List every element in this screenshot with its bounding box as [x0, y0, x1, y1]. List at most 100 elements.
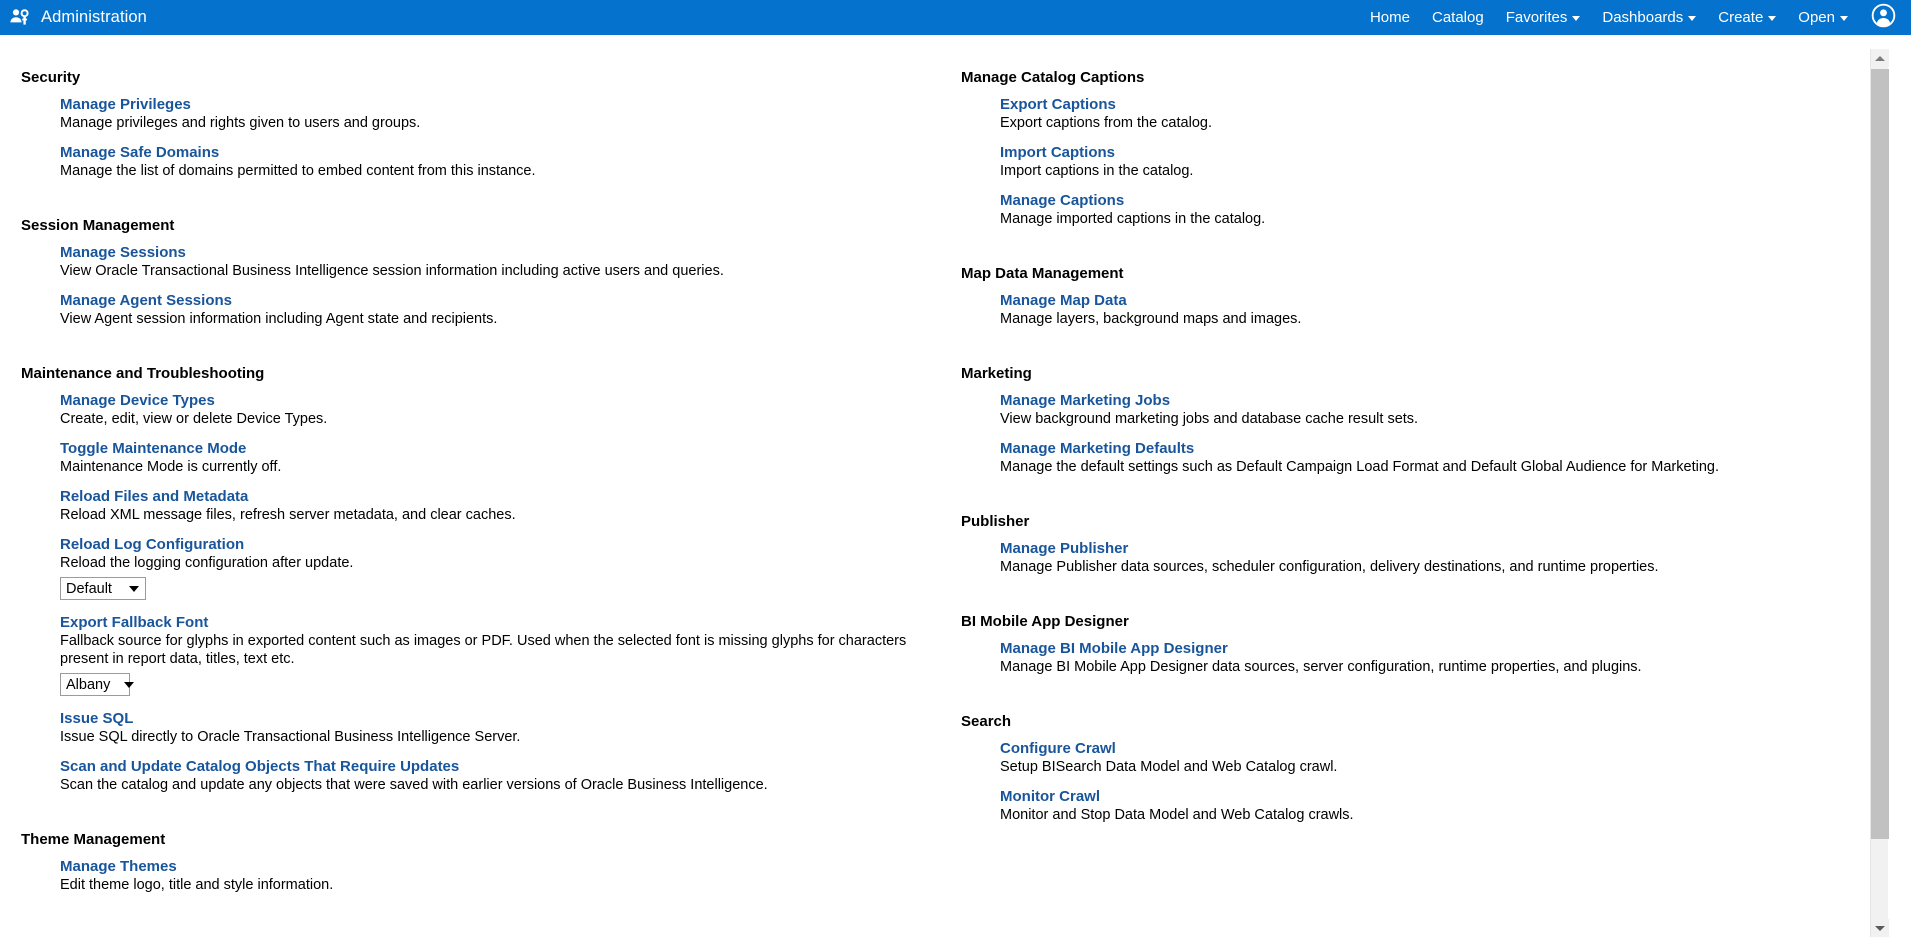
admin-description: Issue SQL directly to Oracle Transaction… [60, 728, 940, 746]
section-session-management: Session ManagementManage SessionsView Or… [0, 217, 940, 328]
admin-item-manage-safe-domains: Manage Safe DomainsManage the list of do… [60, 143, 940, 180]
section-publisher: Publisher Manage PublisherManage Publishe… [940, 513, 1866, 576]
admin-item-manage-privileges: Manage PrivilegesManage privileges and r… [60, 95, 940, 132]
admin-link-import-captions[interactable]: Import Captions [1000, 143, 1115, 162]
scrollbar-track[interactable] [1870, 49, 1888, 937]
admin-description: Manage imported captions in the catalog. [1000, 210, 1866, 228]
nav-item-home[interactable]: Home [1359, 0, 1421, 35]
admin-item-manage-captions: Manage CaptionsManage imported captions … [1000, 191, 1866, 228]
admin-link-export-captions[interactable]: Export Captions [1000, 95, 1116, 114]
admin-link-manage-safe-domains[interactable]: Manage Safe Domains [60, 143, 219, 162]
admin-link-manage-map-data[interactable]: Manage Map Data [1000, 291, 1127, 310]
admin-description: Manage BI Mobile App Designer data sourc… [1000, 658, 1866, 676]
top-header-bar: Administration Home Catalog Favorites Da… [0, 0, 1911, 35]
nav-label: Dashboards [1602, 0, 1683, 35]
section-title: Theme Management [0, 831, 940, 848]
admin-description: Manage Publisher data sources, scheduler… [1000, 558, 1866, 576]
section-title: Search [940, 713, 1866, 730]
admin-link-manage-bi-mobile-app-designer[interactable]: Manage BI Mobile App Designer [1000, 639, 1228, 658]
admin-link-manage-agent-sessions[interactable]: Manage Agent Sessions [60, 291, 232, 310]
user-account-icon [1871, 3, 1896, 33]
section-items: Manage Marketing JobsView background mar… [940, 391, 1866, 476]
admin-description: Create, edit, view or delete Device Type… [60, 410, 940, 428]
section-title: Publisher [940, 513, 1866, 530]
page-scrollbar[interactable] [1866, 35, 1911, 951]
admin-link-manage-sessions[interactable]: Manage Sessions [60, 243, 186, 262]
right-column: Manage Catalog CaptionsExport CaptionsEx… [940, 35, 1866, 824]
admin-description: Manage privileges and rights given to us… [60, 114, 940, 132]
section-map-data-management: Map Data ManagementManage Map DataManage… [940, 265, 1866, 328]
section-maintenance-and-troubleshooting: Maintenance and Troubleshooting Manage De… [0, 365, 940, 794]
admin-item-manage-bi-mobile-app-designer: Manage BI Mobile App DesignerManage BI M… [1000, 639, 1866, 676]
admin-link-manage-marketing-defaults[interactable]: Manage Marketing Defaults [1000, 439, 1194, 458]
section-items: Manage SessionsView Oracle Transactional… [0, 243, 940, 328]
scroll-down-arrow-icon[interactable] [1871, 919, 1889, 937]
admin-description: Manage the list of domains permitted to … [60, 162, 940, 180]
nav-item-create[interactable]: Create [1707, 0, 1787, 35]
section-marketing: MarketingManage Marketing JobsView backg… [940, 365, 1866, 476]
admin-description: View background marketing jobs and datab… [1000, 410, 1866, 428]
page-title: Administration [41, 8, 147, 27]
admin-description: Setup BISearch Data Model and Web Catalo… [1000, 758, 1866, 776]
scroll-up-arrow-icon[interactable] [1871, 49, 1889, 67]
log-configuration-select[interactable]: Default [60, 577, 146, 600]
admin-content-area: Security Manage PrivilegesManage privileg… [0, 35, 1866, 951]
admin-description: View Oracle Transactional Business Intel… [60, 262, 940, 280]
chevron-down-icon [1768, 16, 1776, 21]
nav-item-open[interactable]: Open [1787, 0, 1859, 35]
section-items: Manage BI Mobile App DesignerManage BI M… [940, 639, 1866, 676]
admin-link-manage-device-types[interactable]: Manage Device Types [60, 391, 215, 410]
user-account-button[interactable] [1859, 3, 1903, 33]
admin-description: Maintenance Mode is currently off. [60, 458, 940, 476]
nav-item-catalog[interactable]: Catalog [1421, 0, 1495, 35]
admin-link-configure-crawl[interactable]: Configure Crawl [1000, 739, 1116, 758]
section-items: Manage Map DataManage layers, background… [940, 291, 1866, 328]
admin-link-manage-marketing-jobs[interactable]: Manage Marketing Jobs [1000, 391, 1170, 410]
admin-description: Manage the default settings such as Defa… [1000, 458, 1866, 476]
admin-link-manage-privileges[interactable]: Manage Privileges [60, 95, 191, 114]
admin-item-manage-sessions: Manage SessionsView Oracle Transactional… [60, 243, 940, 280]
admin-item-reload-files-and-metadata: Reload Files and MetadataReload XML mess… [60, 487, 940, 524]
nav-item-favorites[interactable]: Favorites [1495, 0, 1592, 35]
admin-link-manage-captions[interactable]: Manage Captions [1000, 191, 1124, 210]
admin-link-toggle-maintenance-mode[interactable]: Toggle Maintenance Mode [60, 439, 246, 458]
admin-link-reload-log-configuration[interactable]: Reload Log Configuration [60, 535, 244, 554]
admin-item-reload-log-configuration: Reload Log ConfigurationReload the loggi… [60, 535, 940, 602]
admin-item-monitor-crawl: Monitor CrawlMonitor and Stop Data Model… [1000, 787, 1866, 824]
admin-link-monitor-crawl[interactable]: Monitor Crawl [1000, 787, 1100, 806]
section-items: Manage Device TypesCreate, edit, view or… [0, 391, 940, 794]
admin-description: Fallback source for glyphs in exported c… [60, 632, 940, 668]
admin-item-import-captions: Import CaptionsImport captions in the ca… [1000, 143, 1866, 180]
admin-link-reload-files-and-metadata[interactable]: Reload Files and Metadata [60, 487, 248, 506]
admin-link-export-fallback-font[interactable]: Export Fallback Font [60, 613, 208, 632]
admin-link-manage-publisher[interactable]: Manage Publisher [1000, 539, 1128, 558]
select-value: Albany [66, 677, 110, 693]
chevron-down-icon [129, 586, 139, 592]
admin-item-manage-agent-sessions: Manage Agent SessionsView Agent session … [60, 291, 940, 328]
nav-label: Catalog [1432, 0, 1484, 35]
admin-description: Export captions from the catalog. [1000, 114, 1866, 132]
admin-description: Reload the logging configuration after u… [60, 554, 940, 572]
section-items: Manage ThemesEdit theme logo, title and … [0, 857, 940, 894]
brand-area: Administration [9, 7, 147, 29]
admin-item-manage-map-data: Manage Map DataManage layers, background… [1000, 291, 1866, 328]
admin-item-configure-crawl: Configure CrawlSetup BISearch Data Model… [1000, 739, 1866, 776]
admin-link-manage-themes[interactable]: Manage Themes [60, 857, 177, 876]
nav-item-dashboards[interactable]: Dashboards [1591, 0, 1707, 35]
admin-link-scan-and-update-catalog-objects-that-require-updates[interactable]: Scan and Update Catalog Objects That Req… [60, 757, 459, 776]
section-title: Security [0, 69, 940, 86]
admin-item-scan-and-update-catalog-objects-that-require-updates: Scan and Update Catalog Objects That Req… [60, 757, 940, 794]
left-column: Security Manage PrivilegesManage privileg… [0, 35, 940, 894]
chevron-down-icon [1840, 16, 1848, 21]
admin-link-issue-sql[interactable]: Issue SQL [60, 709, 133, 728]
admin-item-manage-marketing-defaults: Manage Marketing DefaultsManage the defa… [1000, 439, 1866, 476]
section-security: Security Manage PrivilegesManage privileg… [0, 69, 940, 180]
section-title: Maintenance and Troubleshooting [0, 365, 940, 382]
chevron-down-icon [1572, 16, 1580, 21]
scrollbar-thumb[interactable] [1871, 69, 1889, 839]
admin-item-manage-marketing-jobs: Manage Marketing JobsView background mar… [1000, 391, 1866, 428]
admin-item-export-captions: Export CaptionsExport captions from the … [1000, 95, 1866, 132]
select-value: Default [66, 581, 112, 597]
section-bi-mobile-app-designer: BI Mobile App DesignerManage BI Mobile A… [940, 613, 1866, 676]
export-fallback-font-select[interactable]: Albany [60, 673, 130, 696]
